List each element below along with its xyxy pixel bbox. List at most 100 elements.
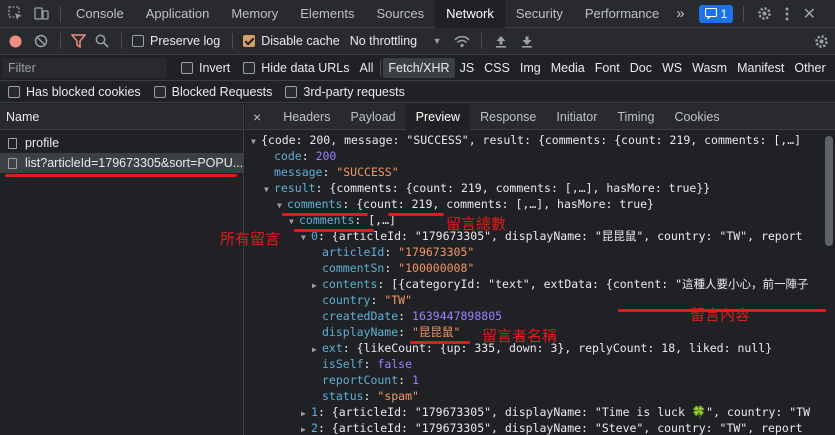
request-name: list?articleId=179673305&sort=POPU...	[25, 156, 243, 170]
request-row-profile[interactable]: profile	[0, 133, 243, 153]
json-result-line[interactable]: ▼ result: {comments: {count: 219, comment…	[245, 180, 823, 196]
type-filter-js[interactable]: JS	[455, 58, 480, 78]
json-item-1-line[interactable]: ▶ 1: {articleId: "179673305", displayName…	[245, 404, 823, 420]
dropdown-arrow-icon[interactable]: ▼	[425, 36, 449, 46]
json-comments-line[interactable]: ▼ comments: {count: 219, comments: [,…], …	[245, 196, 823, 212]
toolbar-divider	[60, 5, 61, 22]
hide-data-urls-checkbox[interactable]	[243, 61, 256, 74]
type-filter-all[interactable]: All	[355, 58, 379, 78]
export-har-icon[interactable]	[514, 35, 540, 48]
json-item-2-line[interactable]: ▶ 2: {articleId: "179673305", displayName…	[245, 420, 823, 435]
tab-cookies[interactable]: Cookies	[664, 104, 729, 130]
tab-network[interactable]: Network	[435, 0, 505, 28]
blocked-cookies-checkbox[interactable]	[8, 85, 20, 98]
scrollbar-thumb[interactable]	[825, 136, 833, 246]
tab-sources[interactable]: Sources	[365, 0, 435, 28]
device-toolbar-icon[interactable]	[28, 0, 54, 28]
type-filter-wasm[interactable]: Wasm	[687, 58, 732, 78]
close-icon[interactable]: ✕	[798, 0, 820, 28]
preserve-log-label: Preserve log	[150, 34, 221, 48]
inspect-element-icon[interactable]	[2, 0, 28, 28]
type-filter-fetch-xhr[interactable]: Fetch/XHR	[383, 57, 455, 78]
throttling-select[interactable]: No throttling	[350, 34, 417, 48]
third-party-checkbox[interactable]	[285, 85, 298, 98]
detail-tab-bar: × Headers Payload Preview Response Initi…	[245, 103, 835, 130]
tab-performance[interactable]: Performance	[574, 0, 670, 28]
tab-initiator[interactable]: Initiator	[546, 104, 607, 130]
expand-triangle-icon[interactable]: ▶	[301, 422, 311, 435]
toolbar-divider	[743, 5, 745, 22]
highlight-underline	[5, 174, 237, 177]
filter-icon[interactable]	[67, 34, 89, 48]
json-root-line[interactable]: ▼ {code: 200, message: "SUCCESS", result:…	[245, 132, 823, 148]
blocked-requests-checkbox[interactable]	[153, 85, 166, 98]
issues-badge[interactable]: 1	[698, 4, 734, 23]
annotation-total-comments: 留言總數	[446, 215, 507, 233]
type-filter-doc[interactable]: Doc	[625, 58, 657, 78]
type-filter-other[interactable]: Other	[789, 58, 830, 78]
toolbar-divider	[121, 33, 122, 49]
tab-application[interactable]: Application	[135, 0, 221, 28]
tab-headers[interactable]: Headers	[273, 104, 340, 130]
annotation-underline-displayname	[410, 341, 470, 344]
json-contents-line[interactable]: ▶ contents: [{categoryId: "text", extData…	[245, 276, 823, 292]
more-tabs-chevron-icon[interactable]: »	[670, 0, 690, 28]
network-toolbar: Preserve log Disable cache No throttling…	[0, 28, 835, 55]
type-filter-css[interactable]: CSS	[479, 58, 515, 78]
disable-cache-checkbox[interactable]	[243, 35, 256, 47]
tab-console[interactable]: Console	[65, 0, 135, 28]
tab-payload[interactable]: Payload	[340, 104, 405, 130]
request-name: profile	[25, 136, 60, 150]
annotation-underline-comments-key	[282, 213, 368, 216]
tab-response[interactable]: Response	[470, 104, 546, 130]
hide-data-urls-label: Hide data URLs	[261, 60, 350, 75]
issues-count: 1	[720, 6, 728, 21]
type-filter-media[interactable]: Media	[546, 58, 590, 78]
tab-timing[interactable]: Timing	[607, 104, 664, 130]
toolbar-divider	[60, 33, 61, 49]
preview-scrollbar[interactable]	[823, 132, 835, 435]
blocked-cookies-label: Has blocked cookies	[26, 84, 141, 99]
request-row-list[interactable]: list?articleId=179673305&sort=POPU...	[0, 153, 243, 173]
tab-preview[interactable]: Preview	[405, 103, 471, 130]
third-party-label: 3rd-party requests	[303, 84, 405, 99]
annotation-commenter-name: 留言者名稱	[482, 327, 558, 345]
blocked-requests-label: Blocked Requests	[171, 84, 273, 99]
annotation-underline-count	[388, 213, 444, 216]
json-isself-line: isSelf: false	[322, 357, 413, 371]
annotation-comment-content: 留言內容	[690, 306, 751, 324]
invert-checkbox[interactable]	[181, 61, 193, 74]
tab-elements[interactable]: Elements	[289, 0, 365, 28]
file-icon	[8, 157, 17, 169]
close-detail-icon[interactable]: ×	[245, 104, 273, 130]
request-list: Name profile list?articleId=179673305&so…	[0, 104, 244, 435]
record-icon[interactable]	[2, 35, 28, 48]
kebab-menu-icon[interactable]	[776, 0, 798, 28]
preserve-log-checkbox[interactable]	[132, 35, 144, 47]
search-icon[interactable]	[89, 34, 115, 48]
toolbar-divider	[232, 33, 234, 49]
clear-icon[interactable]	[28, 34, 54, 48]
message-icon	[704, 8, 717, 19]
filter-bar: Invert Hide data URLs All Fetch/XHR JS C…	[0, 55, 835, 81]
import-har-icon[interactable]	[488, 35, 514, 48]
network-conditions-icon[interactable]	[449, 35, 475, 48]
json-reportcount-line: reportCount: 1	[322, 373, 419, 387]
toolbar-divider	[380, 59, 382, 76]
gear-icon[interactable]	[752, 0, 776, 28]
toolbar-divider	[481, 33, 483, 49]
gear-icon[interactable]	[809, 34, 833, 49]
type-filter-ws[interactable]: WS	[657, 58, 687, 78]
request-filter-bar: Has blocked cookies Blocked Requests 3rd…	[0, 81, 835, 103]
filter-input[interactable]	[2, 57, 167, 78]
annotation-all-comments: 所有留言	[220, 230, 281, 248]
disable-cache-label: Disable cache	[261, 34, 340, 48]
tab-security[interactable]: Security	[505, 0, 574, 28]
name-column-header[interactable]: Name	[0, 104, 243, 130]
type-filter-manifest[interactable]: Manifest	[732, 58, 789, 78]
json-message-line: message: "SUCCESS"	[274, 165, 399, 179]
type-filter-img[interactable]: Img	[515, 58, 546, 78]
tab-memory[interactable]: Memory	[220, 0, 289, 28]
json-status-line: status: "spam"	[322, 389, 419, 403]
type-filter-font[interactable]: Font	[590, 58, 625, 78]
